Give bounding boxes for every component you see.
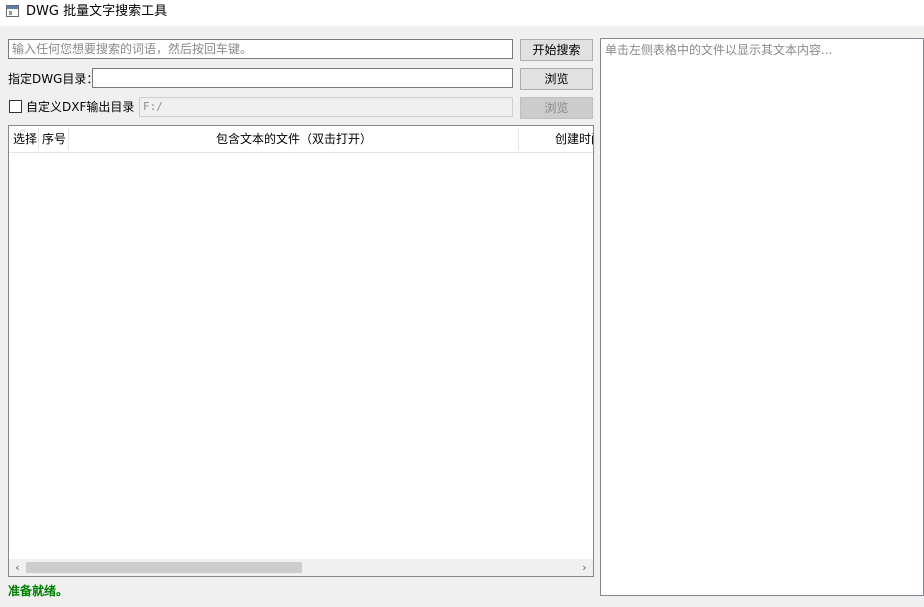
column-divider[interactable]: [38, 128, 39, 150]
column-header-select[interactable]: 选择: [13, 126, 39, 152]
title-bar: DWG 批量文字搜索工具: [0, 0, 924, 26]
dxf-output-label[interactable]: 自定义DXF输出目录: [26, 99, 134, 115]
start-search-button[interactable]: 开始搜索: [520, 39, 593, 61]
dxf-browse-button: 浏览: [520, 97, 593, 119]
table-header: ︿ 选择 序号 包含文本的文件（双击打开） 创建时间: [9, 126, 593, 153]
chevron-left-icon[interactable]: ‹: [9, 559, 26, 576]
column-header-file[interactable]: 包含文本的文件（双击打开）: [69, 126, 519, 152]
search-placeholder: 输入任何您想要搜索的词语，然后按回车键。: [12, 42, 253, 56]
scrollbar-thumb[interactable]: [26, 562, 302, 573]
search-input[interactable]: 输入任何您想要搜索的词语，然后按回车键。: [8, 39, 513, 59]
window-title: DWG 批量文字搜索工具: [26, 4, 168, 19]
text-preview-panel[interactable]: 单击左侧表格中的文件以显示其文本内容...: [600, 38, 924, 596]
chevron-right-icon[interactable]: ›: [576, 559, 593, 576]
column-divider[interactable]: [518, 128, 519, 150]
dwg-dir-input[interactable]: [92, 68, 513, 88]
horizontal-scrollbar[interactable]: ‹ ›: [9, 559, 593, 576]
dwg-browse-button[interactable]: 浏览: [520, 68, 593, 90]
column-header-index[interactable]: 序号: [42, 126, 70, 152]
status-text: 准备就绪。: [8, 584, 69, 598]
dwg-dir-label: 指定DWG目录：: [8, 72, 99, 86]
preview-placeholder: 单击左侧表格中的文件以显示其文本内容...: [605, 43, 833, 57]
dxf-output-path-input: F:/: [139, 97, 513, 117]
dxf-output-checkbox[interactable]: [9, 100, 22, 113]
dxf-output-path-value: F:/: [143, 100, 163, 113]
app-window-icon: [6, 5, 19, 17]
column-header-created-time[interactable]: 创建时间: [555, 126, 593, 152]
results-table[interactable]: ︿ 选择 序号 包含文本的文件（双击打开） 创建时间 ‹ ›: [8, 125, 594, 577]
